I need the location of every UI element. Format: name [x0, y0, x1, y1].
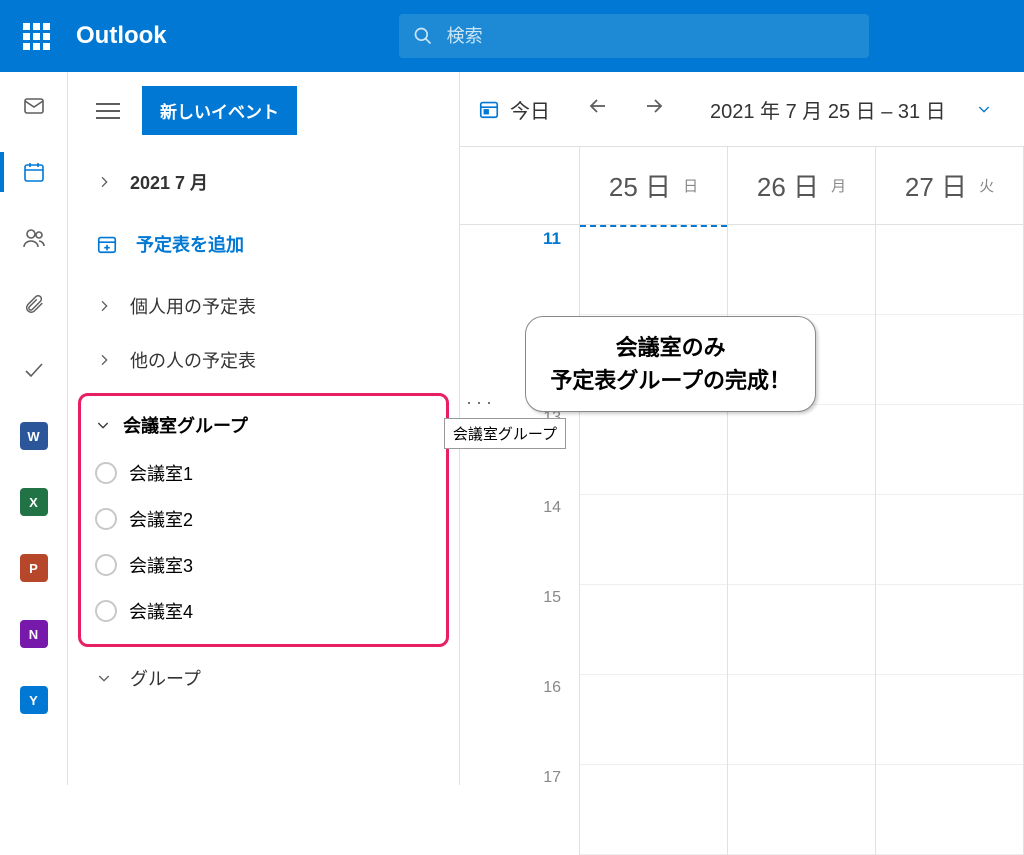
day-num: 25 日 — [609, 167, 671, 204]
calendar-label: 会議室2 — [129, 506, 193, 532]
calendar-toolbar: 今日 2021 年 7 月 25 日 – 31 日 — [460, 72, 1024, 146]
attach-icon — [23, 293, 45, 315]
chevron-down-icon[interactable] — [976, 101, 992, 117]
hour-label: 14 — [460, 495, 579, 585]
day-col-1[interactable]: 26 日月 — [728, 147, 876, 855]
rail-yammer[interactable]: Y — [20, 686, 48, 714]
annotation-line2: 予定表グループの完成！ — [550, 364, 791, 397]
rail-word[interactable]: W — [20, 422, 48, 450]
today-icon — [478, 98, 500, 120]
app-launcher[interactable] — [0, 23, 72, 50]
calendar-label: 会議室1 — [129, 460, 193, 486]
day-num: 26 日 — [757, 167, 819, 204]
search-box[interactable] — [399, 14, 869, 58]
today-button[interactable]: 今日 — [478, 95, 550, 124]
month-label: 2021 7 月 — [130, 169, 208, 195]
chevron-right-icon — [96, 174, 112, 190]
chevron-right-icon — [96, 298, 112, 314]
calendar-item-room4[interactable]: 会議室4 — [89, 588, 438, 634]
today-label: 今日 — [510, 95, 550, 124]
rail-files[interactable] — [20, 290, 48, 318]
group-label: 個人用の予定表 — [130, 293, 256, 319]
group-personal[interactable]: 個人用の予定表 — [68, 279, 459, 333]
rail-todo[interactable] — [20, 356, 48, 384]
rail-powerpoint[interactable]: P — [20, 554, 48, 582]
add-calendar-label: 予定表を追加 — [136, 231, 244, 257]
hour-label: 16 — [460, 675, 579, 765]
hour-label: 17 — [460, 765, 579, 855]
rooms-group-highlight: ··· 会議室グループ 会議室のみ 予定表グループの完成！ 会議室グループ 会議… — [78, 393, 449, 647]
chevron-right-icon — [96, 352, 112, 368]
calendar-item-room3[interactable]: 会議室3 — [89, 542, 438, 588]
group-tooltip: 会議室グループ — [444, 418, 566, 449]
calendar-icon — [22, 160, 46, 184]
chevron-down-icon — [95, 417, 111, 433]
day-weekday: 日 — [683, 175, 698, 196]
chevron-down-icon — [96, 670, 112, 686]
calendar-label: 会議室4 — [129, 598, 193, 624]
people-icon — [22, 226, 46, 250]
date-range: 2021 年 7 月 25 日 – 31 日 — [710, 95, 946, 124]
group-actions[interactable]: ··· — [466, 392, 496, 413]
month-picker[interactable]: 2021 7 月 — [68, 155, 459, 209]
group-label: 会議室グループ — [123, 412, 248, 438]
sidebar-toggle[interactable] — [96, 103, 120, 119]
time-column: 11 12 13 14 15 16 17 — [460, 147, 580, 855]
circle-icon — [95, 554, 117, 576]
arrow-right-icon — [642, 94, 666, 118]
day-num: 27 日 — [905, 167, 967, 204]
prev-week-button[interactable] — [580, 94, 616, 124]
calendar-label: 会議室3 — [129, 552, 193, 578]
circle-icon — [95, 508, 117, 530]
calendar-item-room2[interactable]: 会議室2 — [89, 496, 438, 542]
main-area: W X P N Y 新しいイベント 2021 7 月 予定表を追加 個人用の予定… — [0, 72, 1024, 785]
day-col-0[interactable]: 25 日日 — [580, 147, 728, 855]
rail-excel[interactable]: X — [20, 488, 48, 516]
hour-label: 11 — [460, 225, 579, 315]
arrow-left-icon — [586, 94, 610, 118]
rail-calendar[interactable] — [20, 158, 48, 186]
calendar-sidebar: 新しいイベント 2021 7 月 予定表を追加 個人用の予定表 他の人の予定表 … — [68, 72, 460, 785]
app-title: Outlook — [76, 22, 167, 50]
day-col-2[interactable]: 27 日火 — [876, 147, 1024, 855]
rail-people[interactable] — [20, 224, 48, 252]
group-label: グループ — [130, 665, 201, 691]
waffle-icon — [23, 23, 50, 50]
rail-onenote[interactable]: N — [20, 620, 48, 648]
calendar-item-room1[interactable]: 会議室1 — [89, 450, 438, 496]
left-rail: W X P N Y — [0, 72, 68, 785]
day-weekday: 月 — [831, 175, 846, 196]
day-columns: 25 日日 26 日月 27 日火 — [580, 147, 1024, 855]
group-rooms[interactable]: 会議室グループ — [89, 406, 438, 450]
group-groups[interactable]: グループ — [68, 651, 459, 705]
search-icon — [413, 26, 433, 46]
app-header: Outlook — [0, 0, 1024, 72]
search-input[interactable] — [447, 26, 855, 47]
add-calendar-icon — [96, 233, 118, 255]
rail-mail[interactable] — [20, 92, 48, 120]
annotation-speech: 会議室のみ 予定表グループの完成！ — [525, 316, 816, 412]
new-event-button[interactable]: 新しいイベント — [142, 86, 297, 135]
hour-label: 15 — [460, 585, 579, 675]
mail-icon — [22, 94, 46, 118]
group-others[interactable]: 他の人の予定表 — [68, 333, 459, 387]
annotation-line1: 会議室のみ — [550, 331, 791, 364]
next-week-button[interactable] — [636, 94, 672, 124]
check-icon — [22, 358, 46, 382]
calendar-grid: 11 12 13 14 15 16 17 25 日日 26 日月 27 日火 — [460, 146, 1024, 855]
circle-icon — [95, 600, 117, 622]
group-label: 他の人の予定表 — [130, 347, 256, 373]
add-calendar-button[interactable]: 予定表を追加 — [68, 209, 459, 279]
day-weekday: 火 — [979, 175, 994, 196]
circle-icon — [95, 462, 117, 484]
